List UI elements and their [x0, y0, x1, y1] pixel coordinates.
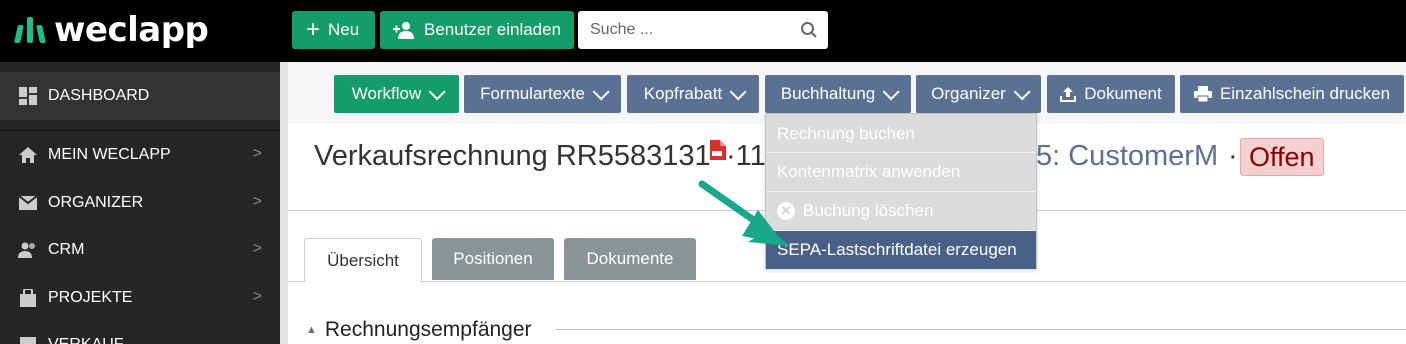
home-icon — [18, 145, 38, 165]
sidebar-item-label: CRM — [48, 241, 85, 258]
add-user-icon — [393, 22, 414, 39]
chevron-right-icon: > — [252, 145, 262, 162]
dashboard-icon — [18, 86, 38, 106]
chevron-right-icon: > — [252, 240, 262, 257]
sidebar-item-label: DASHBOARD — [48, 87, 150, 104]
sidebar-item-verkauf[interactable]: VERKAUF — [0, 322, 280, 344]
annotation-arrow-icon — [698, 180, 790, 246]
chevron-down-icon — [882, 83, 900, 101]
chevron-down-icon — [1013, 83, 1031, 101]
kopfrabatt-button[interactable]: Kopfrabatt — [627, 75, 759, 113]
menu-item-kontenmatrix-anwenden[interactable]: Kontenmatrix anwenden — [766, 153, 1036, 191]
workflow-button[interactable]: Workflow — [334, 75, 459, 113]
sidebar-item-label: MEIN WECLAPP — [48, 146, 171, 163]
sidebar-item-crm[interactable]: CRM > — [0, 227, 280, 273]
buchhaltung-button[interactable]: Buchhaltung — [765, 75, 911, 113]
sidebar-item-mein-weclapp[interactable]: MEIN WECLAPP > — [0, 132, 280, 178]
sidebar-item-label: VERKAUF — [48, 336, 124, 344]
organizer-label: Organizer — [931, 84, 1006, 103]
organizer-button[interactable]: Organizer — [916, 75, 1041, 113]
section-header[interactable]: ▲ Rechnungsempfänger — [306, 318, 532, 342]
workflow-label: Workflow — [351, 84, 422, 103]
menu-item-label: Rechnung buchen — [777, 124, 916, 143]
search-icon[interactable] — [800, 21, 818, 39]
einzahlschein-button[interactable]: Einzahlschein drucken — [1180, 75, 1404, 113]
sidebar-divider — [0, 130, 280, 131]
sidebar-item-projekte[interactable]: PROJEKTE > — [0, 275, 280, 321]
search-box — [578, 11, 828, 49]
invite-user-label: Benutzer einladen — [424, 20, 562, 39]
menu-item-label: SEPA-Lastschriftdatei erzeugen — [777, 240, 1017, 259]
tab-positionen[interactable]: Positionen — [432, 238, 554, 280]
buchhaltung-dropdown-menu: Rechnung buchen Kontenmatrix anwenden ✕ … — [765, 113, 1037, 269]
panel-divider[interactable] — [280, 62, 288, 344]
dokument-label: Dokument — [1084, 84, 1162, 103]
menu-item-rechnung-buchen[interactable]: Rechnung buchen — [766, 115, 1036, 153]
new-button-label: Neu — [328, 20, 360, 39]
menu-item-label: Kontenmatrix anwenden — [777, 162, 961, 181]
dokument-button[interactable]: Dokument — [1047, 75, 1175, 113]
title-separator: · — [1228, 140, 1238, 172]
sidebar-item-label: PROJEKTE — [48, 289, 133, 306]
customer-link[interactable]: 5: CustomerM — [1036, 140, 1218, 173]
chevron-down-icon — [428, 83, 446, 101]
briefcase-icon — [18, 288, 38, 308]
document-icon — [18, 336, 38, 344]
chevron-right-icon: > — [252, 288, 262, 305]
menu-item-label: Buchung löschen — [803, 201, 934, 220]
logo-text: weclapp — [54, 10, 209, 50]
envelope-icon — [18, 193, 38, 213]
sidebar-item-dashboard[interactable]: DASHBOARD — [0, 72, 280, 120]
tab-baseline — [288, 281, 1406, 282]
status-badge: Offen — [1240, 138, 1324, 176]
formulartexte-label: Formulartexte — [480, 84, 585, 103]
tab-dokumente[interactable]: Dokumente — [564, 238, 696, 280]
logo[interactable]: weclapp — [14, 10, 209, 50]
chevron-down-icon — [729, 83, 747, 101]
menu-item-sepa-lastschriftdatei-erzeugen[interactable]: SEPA-Lastschriftdatei erzeugen — [766, 231, 1036, 269]
sidebar-item-label: ORGANIZER — [48, 194, 144, 211]
caret-up-icon: ▲ — [306, 324, 317, 336]
sidebar-item-organizer[interactable]: ORGANIZER > — [0, 180, 280, 226]
section-divider — [556, 329, 1406, 330]
kopfrabatt-label: Kopfrabatt — [643, 84, 723, 103]
formulartexte-button[interactable]: Formulartexte — [464, 75, 621, 113]
chevron-down-icon — [592, 83, 610, 101]
invite-user-button[interactable]: Benutzer einladen — [380, 11, 574, 49]
einzahlschein-label: Einzahlschein drucken — [1219, 84, 1391, 103]
plus-icon: + — [306, 16, 321, 43]
chevron-right-icon: > — [252, 193, 262, 210]
page-title: Verkaufsrechnung RR5583131 — [314, 140, 711, 172]
section-title: Rechnungsempfänger — [324, 318, 532, 341]
menu-item-buchung-loeschen[interactable]: ✕ Buchung löschen — [766, 192, 1036, 230]
search-input[interactable] — [588, 20, 800, 40]
printer-icon — [1193, 86, 1212, 102]
users-icon — [18, 240, 38, 260]
upload-icon — [1060, 87, 1077, 102]
tab-uebersicht[interactable]: Übersicht — [304, 238, 422, 282]
weclapp-logo-icon — [14, 17, 46, 43]
buchhaltung-label: Buchhaltung — [780, 84, 876, 103]
pdf-icon[interactable] — [708, 140, 726, 160]
new-button[interactable]: + Neu — [292, 11, 375, 49]
